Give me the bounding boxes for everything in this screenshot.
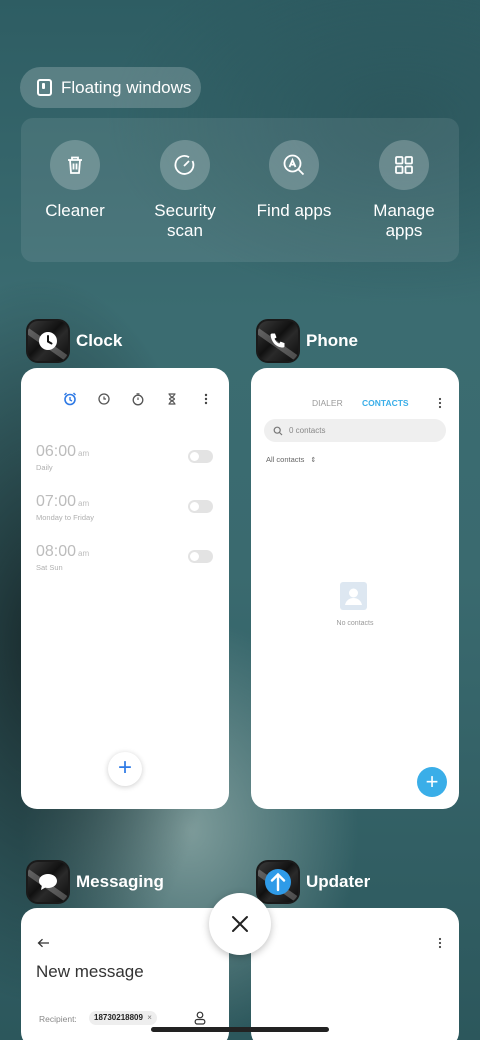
cleaner-label: Cleaner <box>45 201 105 220</box>
recipient-label: Recipient: <box>39 1014 77 1024</box>
messaging-app-name: Messaging <box>76 872 164 891</box>
alarm-toggle[interactable] <box>188 500 213 513</box>
quick-actions-panel: Cleaner Security scan Find apps Manage a… <box>21 118 459 262</box>
search-icon <box>273 426 283 435</box>
security-scan-label: Security scan <box>154 201 216 240</box>
alarm-item[interactable]: 07:00 am Monday to Friday <box>36 493 94 522</box>
messaging-icon <box>26 860 70 904</box>
security-scan-icon <box>160 140 210 190</box>
messaging-app-card[interactable]: New message Recipient: 18730218809 × <box>21 908 229 1040</box>
alarm-toggle[interactable] <box>188 550 213 563</box>
add-contact-button[interactable]: + <box>417 767 447 797</box>
grid-icon <box>379 140 429 190</box>
manage-apps-label: Manage apps <box>373 201 435 240</box>
search-placeholder: 0 contacts <box>289 426 326 435</box>
alarm-icon[interactable] <box>63 392 77 406</box>
find-apps-button[interactable]: Find apps <box>244 140 344 221</box>
contact-picker-icon[interactable] <box>194 1011 206 1025</box>
floating-window-icon <box>37 79 52 96</box>
home-indicator[interactable] <box>151 1027 329 1032</box>
chip-remove-icon[interactable]: × <box>147 1013 152 1022</box>
alarm-time: 08:00 <box>36 543 77 560</box>
cleaner-button[interactable]: Cleaner <box>25 140 125 221</box>
alarm-suffix: am <box>78 549 90 558</box>
alarm-item[interactable]: 06:00 am Daily <box>36 443 89 472</box>
updater-app-name: Updater <box>306 872 371 891</box>
contacts-filter-dropdown[interactable]: All contacts ⇕ <box>266 455 316 464</box>
contacts-search-input[interactable]: 0 contacts <box>264 419 446 442</box>
stopwatch-icon[interactable] <box>131 392 145 406</box>
filter-label: All contacts <box>266 455 305 464</box>
security-scan-button[interactable]: Security scan <box>135 140 235 241</box>
alarm-repeat: Sat Sun <box>36 563 63 572</box>
tab-contacts[interactable]: CONTACTS <box>362 398 409 408</box>
contact-placeholder-icon <box>340 582 367 610</box>
find-apps-icon <box>269 140 319 190</box>
clock-app-card[interactable]: 06:00 am Daily 07:00 am Monday to Friday 0… <box>21 368 229 809</box>
more-options-icon[interactable] <box>435 937 445 949</box>
clock-icon <box>26 319 70 363</box>
alarm-toggle[interactable] <box>188 450 213 463</box>
tab-dialer[interactable]: DIALER <box>312 398 343 408</box>
no-contacts-text: No contacts <box>336 620 374 627</box>
updater-app-header[interactable]: Updater <box>256 860 370 904</box>
alarm-repeat: Daily <box>36 463 53 472</box>
phone-app-header[interactable]: Phone <box>256 319 358 363</box>
floating-windows-button[interactable]: Floating windows <box>20 67 201 108</box>
new-message-title: New message <box>36 962 144 981</box>
alarm-item[interactable]: 08:00 am Sat Sun <box>36 543 89 572</box>
manage-apps-button[interactable]: Manage apps <box>354 140 454 241</box>
clock-tab-bar <box>63 392 213 406</box>
more-options-icon[interactable] <box>199 392 213 406</box>
alarm-time: 07:00 <box>36 493 77 510</box>
world-clock-icon[interactable] <box>97 392 111 406</box>
clock-app-header[interactable]: Clock <box>26 319 122 363</box>
alarm-repeat: Monday to Friday <box>36 513 94 522</box>
close-all-button[interactable] <box>209 893 271 955</box>
updater-icon <box>256 860 300 904</box>
add-alarm-button[interactable]: + <box>108 752 142 786</box>
alarm-time: 06:00 <box>36 443 77 460</box>
phone-icon <box>256 319 300 363</box>
clock-app-name: Clock <box>76 331 123 350</box>
phone-app-card[interactable]: DIALER CONTACTS 0 contacts All contacts … <box>251 368 459 809</box>
timer-icon[interactable] <box>165 392 179 406</box>
alarm-suffix: am <box>78 499 90 508</box>
close-icon <box>232 916 248 932</box>
recipient-number: 18730218809 <box>94 1013 143 1022</box>
alarm-suffix: am <box>78 449 90 458</box>
updater-app-card[interactable] <box>251 908 459 1040</box>
more-options-icon[interactable] <box>435 397 445 409</box>
sort-arrows-icon: ⇕ <box>310 457 317 464</box>
trash-icon <box>50 140 100 190</box>
phone-app-name: Phone <box>306 331 358 350</box>
floating-windows-label: Floating windows <box>61 77 192 97</box>
find-apps-label: Find apps <box>256 201 332 220</box>
back-arrow-icon[interactable] <box>37 938 50 948</box>
recipient-chip[interactable]: 18730218809 × <box>89 1011 157 1025</box>
messaging-app-header[interactable]: Messaging <box>26 860 164 904</box>
